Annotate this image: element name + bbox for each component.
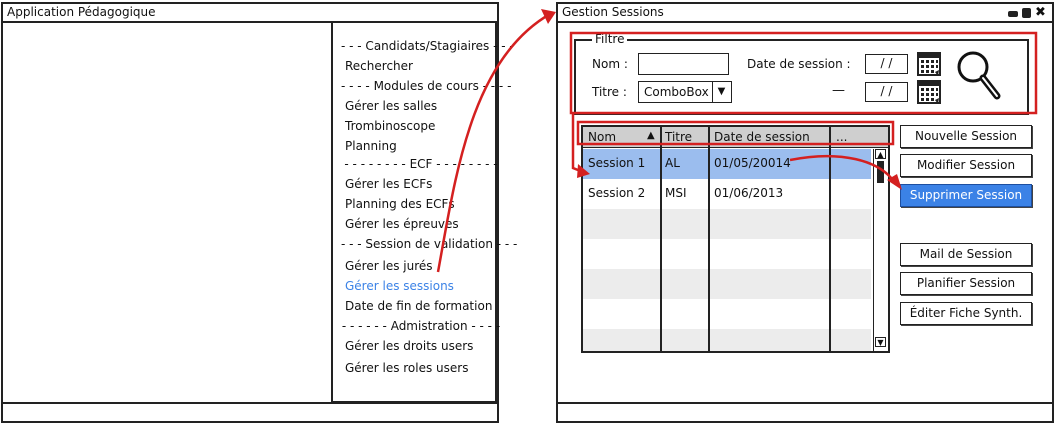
right-window: Gestion Sessions ✖ Filtre Nom : Titre : … xyxy=(556,2,1054,423)
menu-section-header: - - - - Modules de cours - - - - xyxy=(341,79,512,93)
filter-legend: Filtre xyxy=(592,32,628,46)
date-range-dash: — xyxy=(832,83,845,98)
menu-item[interactable]: Gérer les jurés xyxy=(345,259,433,273)
calendar-icon[interactable] xyxy=(917,52,941,78)
menu-item[interactable]: Gérer les salles xyxy=(345,99,437,113)
status-bar xyxy=(558,402,1052,404)
column-divider xyxy=(829,127,831,351)
mail-session-button[interactable]: Mail de Session xyxy=(900,243,1032,266)
date-to-value: / / xyxy=(880,84,893,98)
titre-combobox-value: ComboBox xyxy=(644,85,709,99)
table-row-empty[interactable] xyxy=(583,269,871,299)
nom-input[interactable] xyxy=(638,53,729,75)
left-window: Application Pédagogique - - - Candidats/… xyxy=(1,2,517,423)
cell-date: 01/05/20014 xyxy=(714,156,791,170)
search-icon[interactable] xyxy=(956,50,1002,100)
modifier-session-button[interactable]: Modifier Session xyxy=(900,154,1032,177)
date-label: Date de session : xyxy=(747,57,851,71)
menu-item[interactable]: Trombinoscope xyxy=(345,119,435,133)
cell-date: 01/06/2013 xyxy=(714,186,784,200)
cell-titre: AL xyxy=(665,156,680,170)
menu-item[interactable]: Gérer les ECFs xyxy=(345,177,432,191)
menu-item[interactable]: Rechercher xyxy=(345,59,413,73)
editer-fiche-button[interactable]: Éditer Fiche Synth. xyxy=(900,302,1032,325)
chevron-down-icon[interactable]: ▼ xyxy=(712,81,730,102)
left-window-title: Application Pédagogique xyxy=(3,4,497,23)
column-header-nom[interactable]: Nom xyxy=(588,130,616,144)
planifier-session-button[interactable]: Planifier Session xyxy=(900,272,1032,295)
nouvelle-session-button[interactable]: Nouvelle Session xyxy=(900,125,1032,148)
table-row-empty[interactable] xyxy=(583,329,871,351)
status-bar xyxy=(3,402,497,404)
menu-section-header: - - - Candidats/Stagiaires - - - xyxy=(341,39,514,53)
column-header-date[interactable]: Date de session xyxy=(714,130,810,144)
calendar-icon[interactable] xyxy=(917,80,941,106)
close-icon[interactable]: ✖ xyxy=(1035,5,1046,21)
date-to-input[interactable]: / / xyxy=(865,82,908,102)
column-header-titre[interactable]: Titre xyxy=(665,130,692,144)
menu-section-header: - - - - - - - - ECF - - - - - - - - xyxy=(344,157,498,171)
date-from-value: / / xyxy=(880,56,893,70)
vertical-scrollbar[interactable]: ▲ ▼ xyxy=(873,149,888,351)
cell-nom: Session 1 xyxy=(588,156,646,170)
filter-group: Filtre Nom : Titre : ComboBox ▼ Date de … xyxy=(574,32,1029,115)
scroll-down-arrow-icon[interactable]: ▼ xyxy=(875,337,886,347)
table-row[interactable]: Session 1 AL 01/05/20014 xyxy=(583,149,871,179)
right-window-title: Gestion Sessions xyxy=(558,4,1052,23)
menu-item[interactable]: Planning xyxy=(345,139,397,153)
cell-titre: MSI xyxy=(665,186,687,200)
menu-item[interactable]: Planning des ECFs xyxy=(345,197,455,211)
sessions-table[interactable]: Nom ▲ Titre Date de session ... Session … xyxy=(581,125,890,353)
titre-label: Titre : xyxy=(592,85,627,99)
column-divider xyxy=(660,127,662,351)
supprimer-session-button[interactable]: Supprimer Session xyxy=(900,184,1032,207)
table-row-empty[interactable] xyxy=(583,239,871,269)
maximize-icon[interactable] xyxy=(1022,8,1031,18)
menu-item[interactable]: Date de fin de formation xyxy=(345,299,492,313)
menu-item[interactable]: Gérer les roles users xyxy=(345,361,469,375)
menu-item[interactable]: Gérer les droits users xyxy=(345,339,473,353)
nom-label: Nom : xyxy=(592,57,628,71)
scroll-thumb[interactable] xyxy=(877,161,884,183)
menu-section-header: - - - - - - Admistration - - - - xyxy=(341,319,501,333)
menu-item[interactable]: Gérer les épreuves xyxy=(345,217,459,231)
titre-combobox[interactable]: ComboBox ▼ xyxy=(638,81,732,103)
date-from-input[interactable]: / / xyxy=(865,54,908,74)
menu-section-header: - - - Session de validation - - - xyxy=(341,237,518,251)
table-row-empty[interactable] xyxy=(583,209,871,239)
table-header: Nom ▲ Titre Date de session ... xyxy=(583,127,888,148)
menu-panel: - - - Candidats/Stagiaires - - - Recherch… xyxy=(331,23,517,403)
minimize-icon[interactable] xyxy=(1008,11,1018,17)
table-row-empty[interactable] xyxy=(583,299,871,329)
sort-asc-icon[interactable]: ▲ xyxy=(647,130,655,141)
column-header-more[interactable]: ... xyxy=(836,130,847,144)
scroll-up-arrow-icon[interactable]: ▲ xyxy=(875,149,886,159)
menu-item[interactable]: Gérer les sessions xyxy=(345,279,454,293)
cell-nom: Session 2 xyxy=(588,186,646,200)
annotation-arrowhead xyxy=(541,9,556,24)
table-row[interactable]: Session 2 MSI 01/06/2013 xyxy=(583,179,871,209)
column-divider xyxy=(708,127,710,351)
menu-list: - - - Candidats/Stagiaires - - - Recherch… xyxy=(341,23,518,403)
